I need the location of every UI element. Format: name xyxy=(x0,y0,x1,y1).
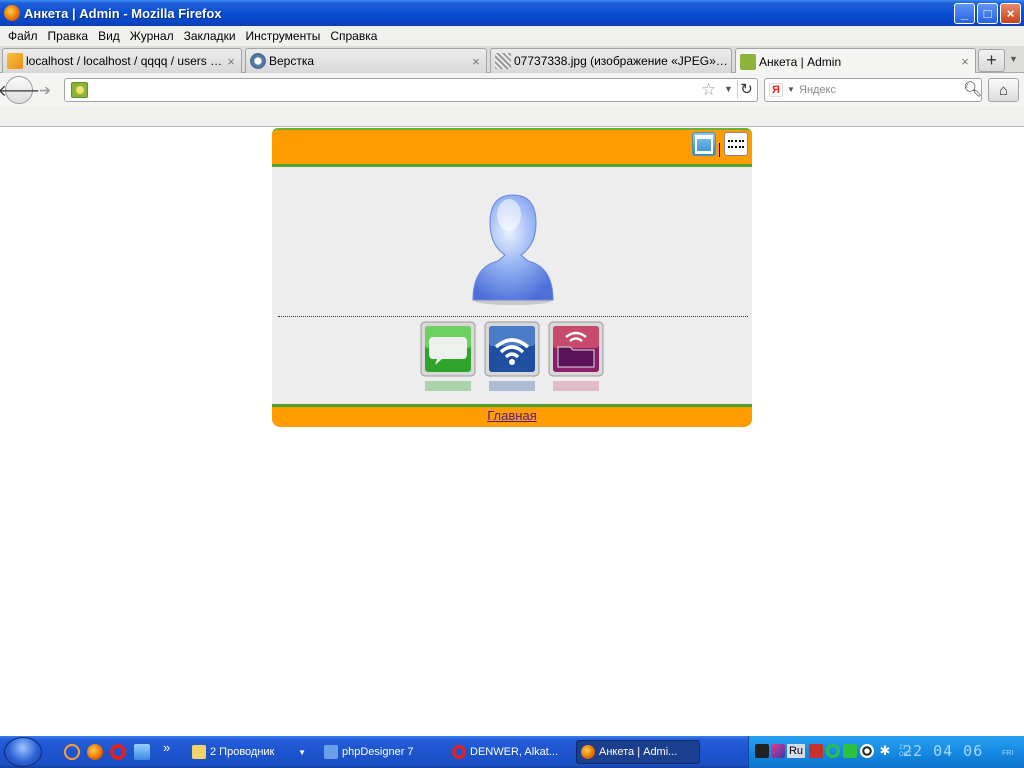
panel-body xyxy=(272,167,752,405)
messages-icon[interactable] xyxy=(420,321,476,393)
search-input[interactable] xyxy=(799,82,959,98)
home-button[interactable]: ⌂ xyxy=(988,78,1019,102)
taskbar-label: Анкета | Admi... xyxy=(599,746,678,758)
navigation-bar: 🡐 ➔ ☆ ▼ ↻ Я ▼ 🔍︎ ⌂ xyxy=(0,73,1024,106)
tab-label: 07737338.jpg (изображение «JPEG», ... xyxy=(514,54,731,68)
search-bar[interactable]: Я ▼ 🔍︎ xyxy=(764,78,982,102)
spy-icon[interactable] xyxy=(755,744,769,758)
header-separator xyxy=(719,143,720,157)
image-icon xyxy=(495,53,511,69)
reload-icon[interactable]: ↻ xyxy=(737,80,755,98)
taskbar: » 2 Проводник ▼ phpDesigner 7 DENWER, Al… xyxy=(0,736,1024,768)
maximize-button[interactable]: □ xyxy=(977,3,998,24)
tool-icon[interactable] xyxy=(809,744,823,758)
forward-button[interactable]: ➔ xyxy=(34,81,56,99)
menu-view[interactable]: Вид xyxy=(93,29,125,43)
phpdesigner-icon xyxy=(324,745,338,759)
opera-icon[interactable] xyxy=(110,744,126,760)
firefox-icon xyxy=(4,5,20,21)
pen-icon[interactable] xyxy=(771,744,785,758)
taskbar-label: DENWER, Alkat... xyxy=(470,746,559,758)
user-avatar-icon xyxy=(472,194,554,305)
home-link[interactable]: Главная xyxy=(487,408,536,423)
panel-header xyxy=(272,128,752,167)
speaker-icon[interactable] xyxy=(860,744,874,758)
minimize-button[interactable]: _ xyxy=(954,3,975,24)
taskbar-label: 2 Проводник xyxy=(210,746,275,758)
clock-weekday: FRI xyxy=(1002,750,1014,757)
icq-icon[interactable] xyxy=(826,744,840,758)
url-input[interactable] xyxy=(95,82,695,98)
taskbar-phpdesigner[interactable]: phpDesigner 7 xyxy=(320,740,444,764)
taskbar-firefox[interactable]: Анкета | Admi... xyxy=(576,740,700,764)
group-dropdown-icon: ▼ xyxy=(298,747,306,757)
panel-footer: Главная xyxy=(272,404,752,427)
bank-icon[interactable] xyxy=(692,132,716,156)
menu-history[interactable]: Журнал xyxy=(125,29,179,43)
tab-label: Анкета | Admin xyxy=(759,54,842,69)
clock-time[interactable]: 22 04 06 xyxy=(903,742,983,760)
folder-wifi-icon[interactable] xyxy=(548,321,604,393)
tab-anketa[interactable]: Анкета | Admin × xyxy=(735,48,976,74)
close-button[interactable]: × xyxy=(1000,3,1021,24)
tab-close-icon[interactable]: × xyxy=(958,54,972,69)
firefox-icon xyxy=(581,745,595,759)
new-tab-button[interactable]: + xyxy=(978,49,1005,72)
desktop-icon[interactable] xyxy=(134,744,150,760)
window-title: Анкета | Admin - Mozilla Firefox xyxy=(24,5,222,21)
menu-help[interactable]: Справка xyxy=(325,29,382,43)
menu-bar: Файл Правка Вид Журнал Закладки Инструме… xyxy=(0,26,1024,46)
bluetooth-icon[interactable]: ✱ xyxy=(878,744,892,758)
tab-list-chevron-icon[interactable]: ▼ xyxy=(1009,54,1018,64)
bookmarks-toolbar xyxy=(0,106,1024,127)
language-indicator[interactable]: Ru xyxy=(787,744,805,758)
tab-image[interactable]: 07737338.jpg (изображение «JPEG», ... xyxy=(490,48,732,73)
site-identity-icon[interactable] xyxy=(71,82,88,98)
start-button[interactable] xyxy=(4,737,42,767)
divider xyxy=(278,316,748,317)
tab-label: Верстка xyxy=(269,54,315,68)
tab-close-icon[interactable]: × xyxy=(224,54,238,69)
wordpress-icon xyxy=(250,53,266,69)
tab-label: localhost / localhost / qqqq / users | p… xyxy=(26,54,224,68)
back-button[interactable]: 🡐 xyxy=(0,76,40,104)
yandex-icon[interactable]: Я xyxy=(769,83,783,97)
green-square-icon[interactable] xyxy=(843,744,857,758)
firefox-icon[interactable] xyxy=(87,744,103,760)
system-tray: Ru ✱ 21 OCT 22 04 06 FRI xyxy=(748,736,1024,768)
history-dropdown-icon[interactable]: ▼ xyxy=(724,84,733,94)
quicklaunch-overflow-icon[interactable]: » xyxy=(163,740,170,755)
wifi-icon[interactable] xyxy=(484,321,540,393)
taskbar-label: phpDesigner 7 xyxy=(342,746,414,758)
page-content: Главная xyxy=(0,128,1024,736)
tab-verstka[interactable]: Верстка × xyxy=(245,48,487,73)
window-titlebar: Анкета | Admin - Mozilla Firefox _ □ × xyxy=(0,0,1024,26)
profile-panel: Главная xyxy=(272,128,752,427)
menu-file[interactable]: Файл xyxy=(3,29,43,43)
site-icon xyxy=(740,53,756,70)
tab-close-icon[interactable]: × xyxy=(469,54,483,69)
tab-bar: localhost / localhost / qqqq / users | p… xyxy=(0,46,1024,74)
menu-edit[interactable]: Правка xyxy=(43,29,94,43)
mail-icon[interactable] xyxy=(64,744,80,760)
taskbar-denwer[interactable]: DENWER, Alkat... xyxy=(448,740,572,764)
menu-bookmarks[interactable]: Закладки xyxy=(179,29,241,43)
tab-phpmyadmin[interactable]: localhost / localhost / qqqq / users | p… xyxy=(2,48,242,73)
opera-icon xyxy=(452,745,466,759)
url-bar[interactable]: ☆ ▼ ↻ xyxy=(64,78,758,102)
search-engine-dropdown-icon[interactable]: ▼ xyxy=(787,85,795,94)
search-icon[interactable]: 🔍︎ xyxy=(963,80,982,98)
menu-tools[interactable]: Инструменты xyxy=(241,29,326,43)
phpmyadmin-icon xyxy=(7,53,23,69)
menu-dots-icon[interactable] xyxy=(724,132,748,156)
taskbar-explorer[interactable]: 2 Проводник ▼ xyxy=(188,740,312,764)
bookmark-star-icon[interactable]: ☆ xyxy=(701,80,716,100)
folder-icon xyxy=(192,745,206,759)
